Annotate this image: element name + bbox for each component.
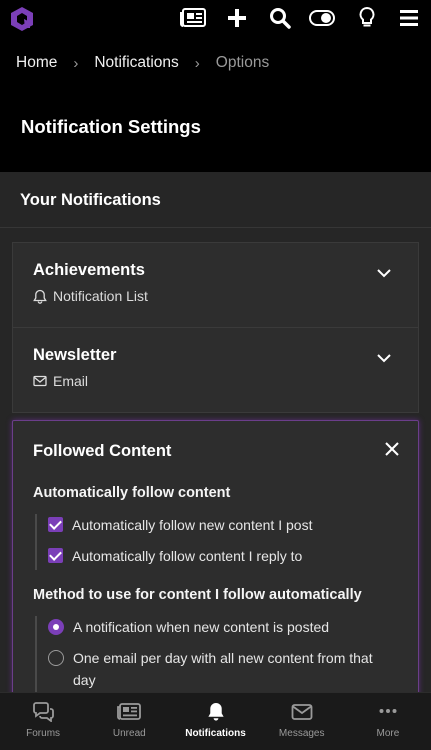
toggle-icon[interactable] [309, 6, 335, 30]
option-label: Automatically follow new content I post [72, 517, 313, 533]
search-icon[interactable] [267, 6, 293, 30]
breadcrumb-notifications[interactable]: Notifications [94, 54, 178, 72]
nav-forums[interactable]: Forums [0, 693, 86, 750]
checkbox-checked[interactable] [48, 548, 63, 563]
auto-follow-title: Automatically follow content [33, 485, 231, 501]
envelope-icon [291, 704, 313, 720]
nav-label: Forums [26, 728, 61, 739]
notifications-panel: Your Notifications Achievements Notifica… [0, 172, 431, 721]
chevron-down-icon[interactable] [376, 267, 392, 279]
group-indent-line [35, 514, 37, 570]
accordion-subtitle-text: Email [53, 373, 89, 389]
chevron-down-icon[interactable] [376, 352, 392, 364]
option-label: One email per day with all new content f… [73, 647, 373, 691]
accordion-newsletter[interactable]: Newsletter Email [12, 327, 419, 413]
bell-icon [33, 289, 47, 304]
nav-label: Messages [278, 728, 325, 739]
accordion-subtitle: Notification List [33, 288, 148, 304]
option-label-line: day [73, 672, 96, 688]
plus-icon[interactable] [224, 6, 250, 30]
section-title: Your Notifications [20, 191, 161, 209]
accordion-followed-content: Followed Content Automatically follow co… [12, 420, 419, 721]
nav-notifications[interactable]: Notifications [172, 693, 258, 750]
page-title: Notification Settings [21, 116, 201, 137]
breadcrumb-options: Options [215, 54, 270, 71]
newspaper-icon[interactable] [180, 6, 206, 30]
menu-icon[interactable] [396, 6, 422, 30]
top-bar [0, 0, 431, 36]
ellipsis-icon [379, 709, 397, 713]
close-icon[interactable] [384, 441, 400, 457]
chat-bubbles-icon [33, 702, 54, 722]
accordion-title: Achievements [33, 261, 145, 279]
breadcrumb-separator: › [194, 54, 200, 72]
checkbox-checked[interactable] [48, 517, 63, 532]
nav-messages[interactable]: Messages [259, 693, 345, 750]
logo-icon[interactable] [10, 6, 34, 32]
option-label: A notification when new content is poste… [73, 619, 330, 635]
divider [0, 227, 431, 228]
nav-label: Unread [112, 728, 146, 739]
accordion-subtitle-text: Notification List [53, 288, 148, 304]
accordion-subtitle: Email [33, 373, 88, 389]
method-title: Method to use for content I follow autom… [33, 587, 362, 603]
breadcrumb: Home › Notifications › Options [16, 52, 269, 74]
nav-more[interactable]: More [345, 693, 431, 750]
newspaper-icon [117, 703, 142, 720]
envelope-icon [33, 375, 47, 387]
option-follow-replied-content[interactable]: Automatically follow content I reply to [48, 545, 302, 567]
option-label-line: One email per day with all new content f… [73, 650, 373, 666]
bottom-navigation: Forums Unread Notifications Messages Mor… [0, 692, 431, 750]
bell-icon [207, 702, 224, 721]
accordion-achievements[interactable]: Achievements Notification List [12, 242, 419, 328]
accordion-title: Newsletter [33, 346, 117, 364]
breadcrumb-separator: › [73, 54, 79, 72]
option-notification[interactable]: A notification when new content is poste… [48, 616, 329, 638]
nav-label: Notifications [185, 728, 246, 739]
nav-unread[interactable]: Unread [86, 693, 172, 750]
nav-label: More [376, 728, 400, 739]
option-label: Automatically follow content I reply to [72, 548, 303, 564]
radio-unselected[interactable] [48, 650, 64, 666]
option-daily-email[interactable]: One email per day with all new content f… [48, 647, 373, 691]
breadcrumb-home[interactable]: Home [16, 54, 57, 72]
radio-selected[interactable] [48, 619, 64, 635]
option-follow-new-content[interactable]: Automatically follow new content I post [48, 514, 312, 536]
accordion-title: Followed Content [33, 442, 172, 460]
lightbulb-icon[interactable] [354, 6, 380, 30]
